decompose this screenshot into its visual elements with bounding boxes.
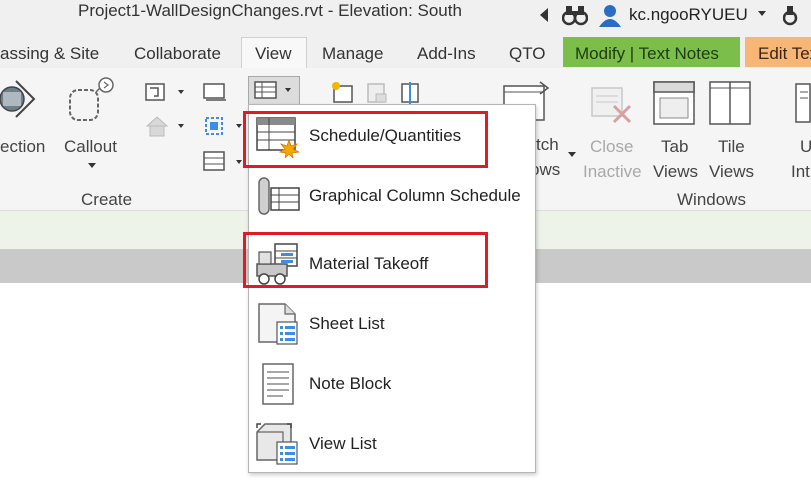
tab-views-label-2[interactable]: Views [653, 162, 698, 182]
create-panel-label: Create [81, 190, 133, 209]
drafting-view-icon[interactable] [202, 80, 228, 102]
section-label[interactable]: ection [0, 137, 45, 157]
menu-item-label: Note Block [309, 374, 392, 393]
column-schedule-icon [258, 177, 300, 215]
legend-dropdown-icon[interactable] [236, 160, 242, 164]
plan-region-dropdown-icon[interactable] [178, 90, 184, 94]
highlight-schedule-quantities [243, 111, 488, 168]
tile-views-label-1[interactable]: Tile [718, 137, 745, 157]
user-interface-label-2[interactable]: Int [791, 162, 810, 182]
scope-box-dropdown-icon[interactable] [236, 124, 242, 128]
tab-qto[interactable]: QTO [509, 44, 546, 64]
windows-panel-label: Windows [677, 190, 746, 209]
tab-add-ins[interactable]: Add-Ins [417, 44, 476, 64]
user-interface-label-1[interactable]: U [800, 137, 811, 157]
tab-edit-text[interactable]: Edit Tex [758, 44, 811, 64]
binoculars-icon[interactable] [562, 3, 588, 27]
tab-manage[interactable]: Manage [322, 44, 383, 64]
plan-region-icon[interactable] [144, 82, 168, 102]
tab-views-icon[interactable] [652, 78, 698, 128]
menu-item-sheet-list[interactable]: Sheet List [249, 295, 535, 353]
sheet-list-icon [258, 303, 298, 345]
title-block-icon[interactable] [364, 80, 390, 104]
callout-label[interactable]: Callout [64, 137, 117, 157]
switch-windows-dropdown-icon[interactable] [568, 152, 576, 157]
menu-item-view-list[interactable]: View List [249, 415, 535, 473]
callout-dropdown-icon[interactable] [88, 163, 96, 168]
elevation-icon[interactable] [144, 114, 170, 138]
section-icon[interactable] [0, 76, 36, 122]
help-icon[interactable] [783, 3, 809, 27]
window-title: Project1-WallDesignChanges.rvt - Elevati… [78, 1, 462, 20]
menu-item-graphical-column-schedule[interactable]: Graphical Column Schedule [249, 167, 535, 225]
revisions-icon[interactable] [398, 80, 424, 104]
scope-box-icon[interactable] [202, 114, 228, 138]
menu-item-label: Graphical Column Schedule [309, 186, 521, 205]
tile-views-label-2[interactable]: Views [709, 162, 754, 182]
user-icon[interactable] [598, 3, 622, 27]
menu-item-label: Sheet List [309, 314, 385, 333]
tab-massing-site[interactable]: assing & Site [0, 44, 99, 64]
schedules-dropdown-icon[interactable] [285, 88, 291, 92]
tab-view[interactable]: View [255, 44, 292, 64]
tab-collaborate[interactable]: Collaborate [134, 44, 221, 64]
menu-item-note-block[interactable]: Note Block [249, 355, 535, 413]
schedules-icon [254, 81, 277, 99]
close-inactive-label-1[interactable]: Close [590, 137, 633, 157]
elevation-dropdown-icon[interactable] [178, 124, 184, 128]
tab-modify-text-notes[interactable]: Modify | Text Notes [575, 44, 719, 64]
user-name[interactable]: kc.ngooRYUEU [629, 5, 748, 25]
tile-views-icon[interactable] [708, 78, 754, 128]
user-interface-icon[interactable] [792, 80, 811, 126]
tab-views-label-1[interactable]: Tab [661, 137, 688, 157]
close-inactive-label-2[interactable]: Inactive [583, 162, 642, 182]
legend-icon[interactable] [202, 150, 228, 174]
highlight-material-takeoff [243, 232, 488, 288]
note-block-icon [262, 363, 294, 405]
menu-item-label: View List [309, 434, 377, 453]
view-list-icon [256, 423, 298, 465]
user-dropdown-icon[interactable] [758, 11, 766, 16]
callout-icon[interactable] [66, 76, 118, 126]
new-sheet-icon[interactable] [330, 80, 356, 104]
switch-windows-label-1[interactable]: tch [536, 135, 559, 155]
back-arrow-icon[interactable] [540, 8, 548, 22]
close-inactive-icon[interactable] [586, 80, 636, 128]
